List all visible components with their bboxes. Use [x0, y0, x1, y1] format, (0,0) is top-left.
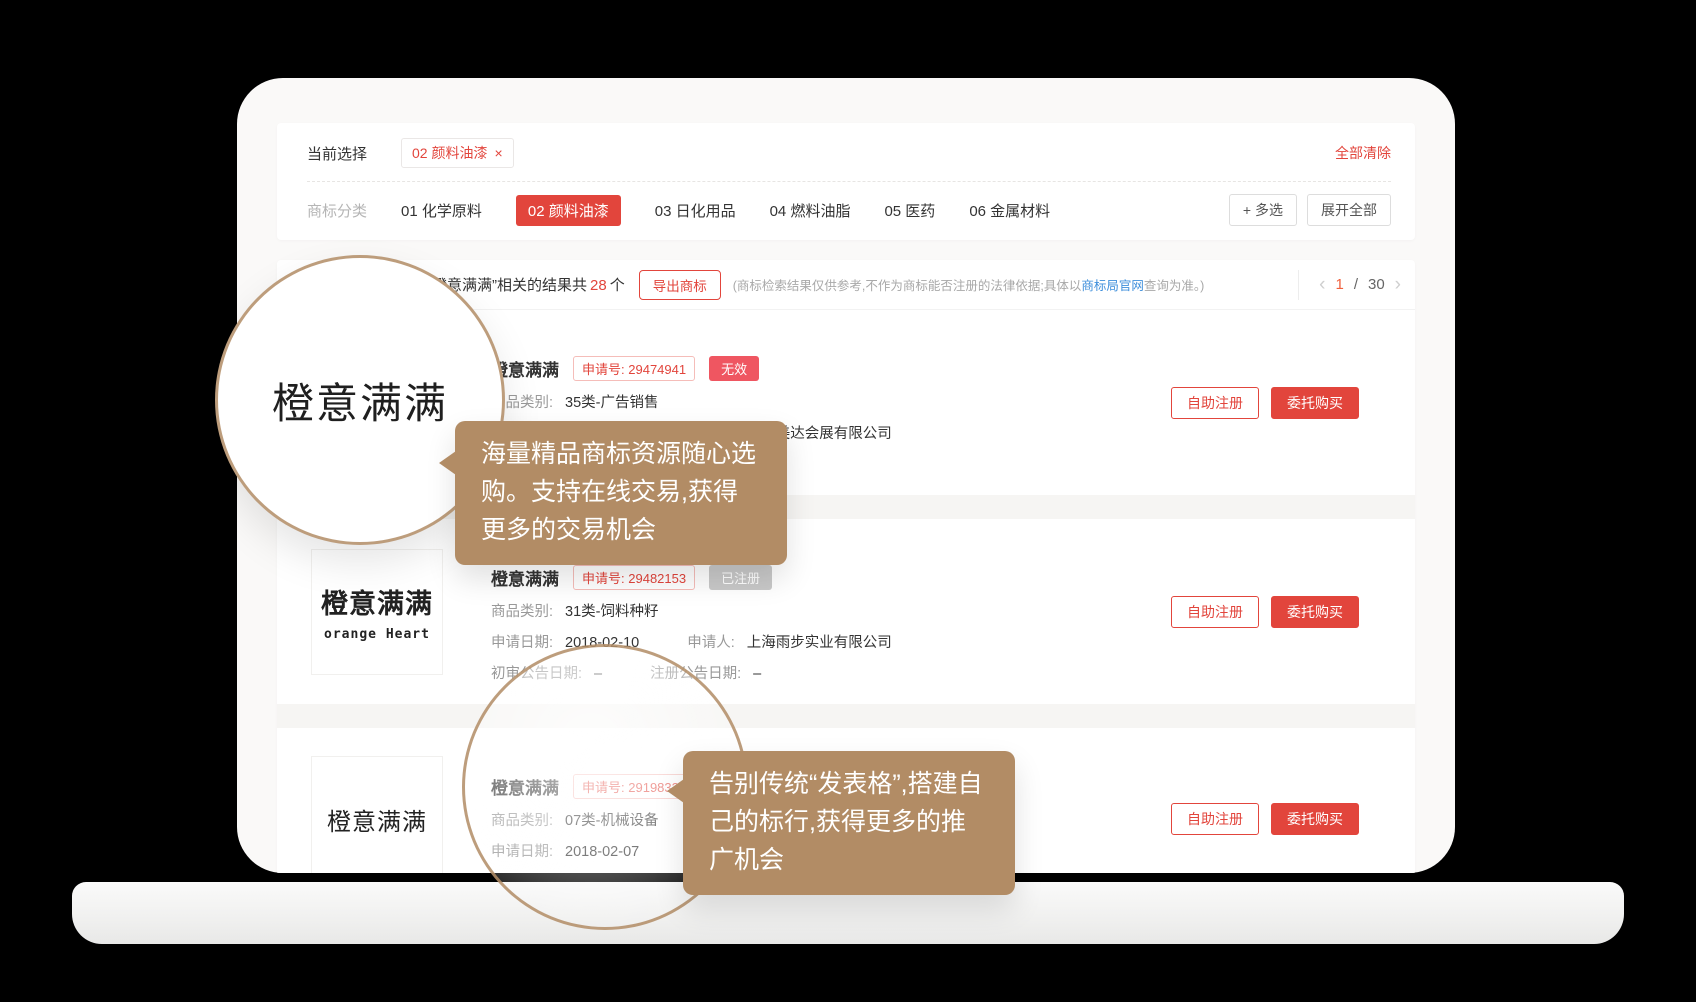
- self-register-button[interactable]: 自助注册: [1171, 387, 1259, 419]
- disclaimer-post: 查询为准。): [1144, 279, 1204, 293]
- row-actions: 自助注册 委托购买: [1171, 596, 1359, 628]
- disclaimer-pre: (商标检索结果仅供参考,不作为商标能否注册的法律依据;具体以: [733, 279, 1082, 293]
- magnified-trademark-text: 橙意满满: [272, 370, 448, 431]
- expand-all-button[interactable]: 展开全部: [1307, 194, 1391, 226]
- table-row: 橙意满满 orange Heart 橙意满满 申请号: 29482153 已注册…: [277, 519, 1415, 704]
- selected-filter-tag-text: 02 颜料油漆: [412, 143, 487, 163]
- selected-filter-tag[interactable]: 02 颜料油漆 ×: [401, 138, 514, 168]
- self-register-button[interactable]: 自助注册: [1171, 803, 1259, 835]
- category-label: 商标分类: [307, 200, 367, 221]
- trademark-image: 橙意满满 orange Heart: [311, 549, 443, 675]
- page-separator: /: [1354, 276, 1358, 293]
- export-trademarks-button[interactable]: 导出商标: [639, 270, 721, 300]
- trademark-image-subtext: orange Heart: [324, 627, 430, 642]
- trademark-name: 橙意满满: [491, 565, 559, 590]
- row-actions: 自助注册 委托购买: [1171, 803, 1359, 835]
- results-count-suffix: 个: [610, 277, 625, 294]
- field-label: 申请日期:: [491, 635, 553, 651]
- field-value: 35类-广告销售: [565, 395, 658, 411]
- application-number-label: 申请号:: [582, 362, 625, 377]
- field-line: 商品类别:35类-广告销售: [491, 391, 1171, 412]
- field-value: 上海雨步实业有限公司: [747, 635, 892, 651]
- current-page: 1: [1335, 276, 1343, 293]
- row-title-line: 橙意满满 申请号: 29474941 无效: [491, 356, 1171, 381]
- field-value: 31类-饲料种籽: [565, 604, 658, 620]
- remove-tag-icon[interactable]: ×: [494, 145, 502, 161]
- current-selection-label: 当前选择: [307, 143, 367, 164]
- row-actions: 自助注册 委托购买: [1171, 387, 1359, 419]
- status-badge: 无效: [709, 356, 759, 381]
- trademark-image-text: 橙意满满: [327, 802, 427, 837]
- category-tab-1[interactable]: 01 化学原料: [401, 195, 482, 226]
- field-line: 商品类别: 31类-饲料种籽: [491, 600, 1171, 621]
- clear-all-button[interactable]: 全部清除: [1335, 143, 1391, 163]
- application-number-value: 29474941: [628, 362, 686, 377]
- category-field: 商品类别:35类-广告销售: [491, 391, 659, 412]
- callout-tooltip: 告别传统“发表格”,搭建自己的标行,获得更多的推广机会: [683, 751, 1015, 895]
- category-tab-5[interactable]: 05 医药: [884, 195, 935, 226]
- self-register-button[interactable]: 自助注册: [1171, 596, 1259, 628]
- pagination: ‹ 1 / 30 ›: [1298, 270, 1401, 300]
- category-tab-3[interactable]: 03 日化用品: [655, 195, 736, 226]
- field-value: –: [753, 666, 761, 682]
- trademark-office-link[interactable]: 商标局官网: [1081, 279, 1144, 293]
- category-row: 商标分类 01 化学原料 02 颜料油漆 03 日化用品 04 燃料油脂 05 …: [307, 194, 1391, 226]
- entrust-purchase-button[interactable]: 委托购买: [1271, 596, 1359, 628]
- application-number-chip: 申请号: 29474941: [573, 356, 695, 381]
- category-field: 商品类别: 31类-饲料种籽: [491, 600, 659, 621]
- dashed-divider: [307, 181, 1391, 182]
- category-tab-6[interactable]: 06 金属材料: [969, 195, 1050, 226]
- application-number-label: 申请号:: [582, 571, 625, 586]
- field-label: 商品类别:: [491, 604, 553, 620]
- applicant-field: 申请人: 上海雨步实业有限公司: [687, 631, 892, 652]
- filter-actions: + 多选 展开全部: [1229, 194, 1391, 226]
- status-badge: 已注册: [709, 565, 772, 590]
- row-title-line: 橙意满满 申请号: 29482153 已注册: [491, 565, 1171, 590]
- filter-panel: 当前选择 02 颜料油漆 × 全部清除 商标分类 01 化学原料 02 颜料油漆…: [277, 123, 1415, 240]
- multi-select-button[interactable]: + 多选: [1229, 194, 1297, 226]
- next-page-icon[interactable]: ›: [1395, 275, 1401, 294]
- category-tab-2-selected[interactable]: 02 颜料油漆: [516, 195, 621, 226]
- category-tab-4[interactable]: 04 燃料油脂: [770, 195, 851, 226]
- field-label: 申请人:: [687, 635, 735, 651]
- trademark-image: 橙意满满: [311, 756, 443, 873]
- entrust-purchase-button[interactable]: 委托购买: [1271, 387, 1359, 419]
- current-selection-row: 当前选择 02 颜料油漆 × 全部清除: [307, 138, 1391, 168]
- category-tabs: 01 化学原料 02 颜料油漆 03 日化用品 04 燃料油脂 05 医药 06…: [401, 195, 1050, 226]
- trademark-image-text: 橙意满满: [321, 582, 433, 621]
- application-number-value: 29482153: [628, 571, 686, 586]
- results-count: 28: [590, 277, 607, 294]
- disclaimer-text: (商标检索结果仅供参考,不作为商标能否注册的法律依据;具体以商标局官网查询为准。…: [733, 275, 1205, 294]
- prev-page-icon[interactable]: ‹: [1319, 275, 1325, 294]
- entrust-purchase-button[interactable]: 委托购买: [1271, 803, 1359, 835]
- page-background: 当前选择 02 颜料油漆 × 全部清除 商标分类 01 化学原料 02 颜料油漆…: [0, 0, 1696, 1002]
- total-pages: 30: [1368, 276, 1385, 293]
- application-number-chip: 申请号: 29482153: [573, 565, 695, 590]
- callout-tooltip: 海量精品商标资源随心选购。支持在线交易,获得更多的交易机会: [455, 421, 787, 565]
